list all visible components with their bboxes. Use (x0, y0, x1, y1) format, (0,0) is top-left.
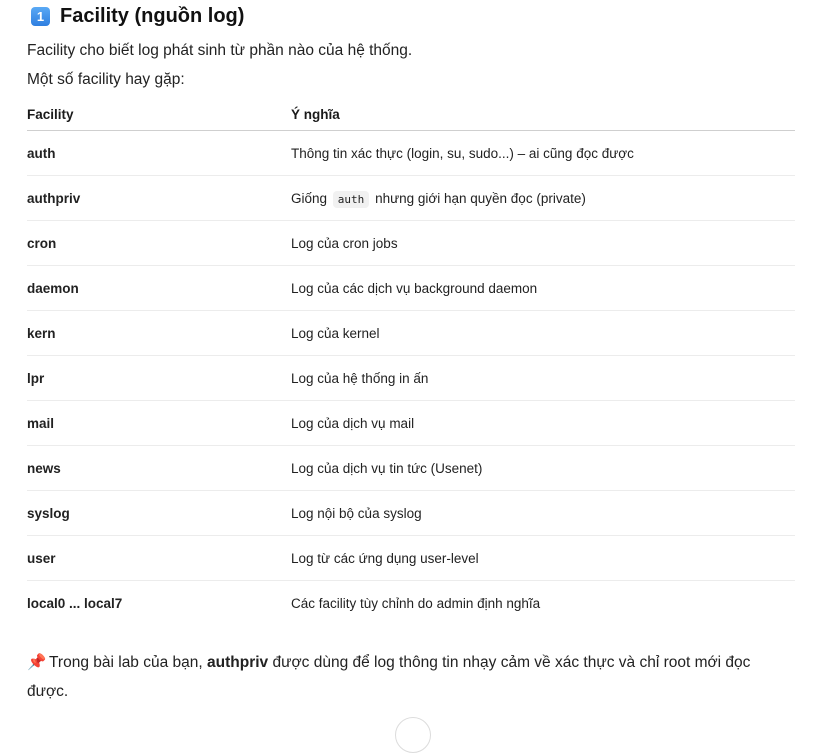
table-row: cron Log của cron jobs (27, 220, 795, 266)
table-row: auth Thông tin xác thực (login, su, sudo… (27, 130, 795, 176)
facility-name: cron (27, 220, 291, 266)
facility-name: lpr (27, 355, 291, 401)
facility-name: kern (27, 310, 291, 356)
facility-meaning: Log của cron jobs (291, 220, 795, 266)
facility-meaning: Giống auth nhưng giới hạn quyền đọc (pri… (291, 175, 795, 221)
facility-name: mail (27, 400, 291, 446)
table-header-row: Facility Ý nghĩa (27, 99, 795, 131)
table-row: kern Log của kernel (27, 310, 795, 356)
facility-table: Facility Ý nghĩa auth Thông tin xác thực… (27, 99, 795, 625)
meaning-text-after: nhưng giới hạn quyền đọc (private) (375, 190, 586, 206)
intro-subtitle: Một số facility hay gặp: (27, 71, 185, 88)
inline-code: auth (332, 190, 370, 208)
facility-meaning: Log của hệ thống in ấn (291, 355, 795, 401)
column-header-facility: Facility (27, 99, 291, 131)
facility-name: news (27, 445, 291, 491)
facility-name: auth (27, 130, 291, 176)
facility-name: user (27, 535, 291, 581)
note-prefix: Trong bài lab của bạn, (49, 654, 203, 671)
table-row: user Log từ các ứng dụng user-level (27, 535, 795, 581)
facility-name: syslog (27, 490, 291, 536)
number-one-icon: 1 (31, 7, 50, 26)
facility-name: authpriv (27, 175, 291, 221)
facility-meaning: Log của dịch vụ mail (291, 400, 795, 446)
section-title: Facility (nguồn log) (60, 5, 245, 27)
scroll-down-button[interactable] (395, 717, 431, 753)
intro-paragraph: Facility cho biết log phát sinh từ phần … (27, 42, 413, 59)
table-row: mail Log của dịch vụ mail (27, 400, 795, 446)
facility-meaning: Log từ các ứng dụng user-level (291, 535, 795, 581)
table-row: local0 ... local7 Các facility tùy chỉnh… (27, 581, 795, 626)
section-heading: 1 Facility (nguồn log) (31, 5, 244, 28)
meaning-text-before: Giống (291, 190, 328, 206)
table-row: lpr Log của hệ thống in ấn (27, 355, 795, 401)
note-paragraph: 📌 Trong bài lab của bạn, authpriv được d… (27, 648, 795, 706)
table-row: news Log của dịch vụ tin tức (Usenet) (27, 445, 795, 491)
facility-meaning: Các facility tùy chỉnh do admin định ngh… (291, 595, 541, 611)
facility-meaning: Log của kernel (291, 310, 795, 356)
table-row: authpriv Giống auth nhưng giới hạn quyền… (27, 175, 795, 221)
facility-name: daemon (27, 265, 291, 311)
column-header-meaning: Ý nghĩa (291, 99, 795, 131)
facility-meaning: Log nội bộ của syslog (291, 490, 795, 536)
facility-meaning: Log của dịch vụ tin tức (Usenet) (291, 445, 795, 491)
pushpin-icon: 📌 (27, 654, 47, 671)
table-row: daemon Log của các dịch vụ background da… (27, 265, 795, 311)
facility-meaning: Thông tin xác thực (login, su, sudo...) … (291, 130, 795, 176)
facility-meaning: Log của các dịch vụ background daemon (291, 265, 795, 311)
facility-name: local0 ... local7 (27, 595, 123, 611)
table-row: syslog Log nội bộ của syslog (27, 490, 795, 536)
note-bold-term: authpriv (207, 654, 269, 671)
